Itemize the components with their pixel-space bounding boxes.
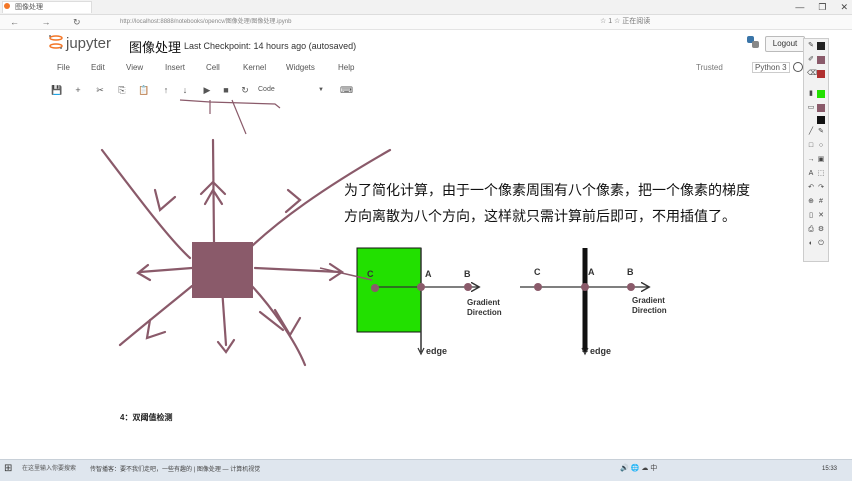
taskbar-search[interactable]: 在这里输入你要搜索 (22, 463, 82, 475)
label-c-right: C (534, 267, 541, 277)
point-a-left (417, 283, 425, 291)
point-c-right (534, 283, 542, 291)
gradient-direction-left: Gradient Direction (467, 298, 502, 317)
label-c-left: C (367, 269, 374, 279)
center-pixel (192, 242, 253, 298)
system-tray[interactable]: 🔊 🌐 ☁ 中 (620, 461, 657, 477)
point-b-right (627, 283, 635, 291)
toolbar-annotation (179, 99, 281, 135)
section-heading: 4：双阈值检测 (120, 413, 173, 422)
point-b-left (464, 283, 472, 291)
label-b-left: B (464, 269, 471, 279)
point-c-left (371, 284, 379, 292)
point-a-right (581, 283, 589, 291)
windows-start-icon[interactable]: ⊞ (4, 462, 18, 476)
green-pixel-block (356, 247, 422, 333)
label-a-right: A (588, 267, 595, 277)
taskbar-clock[interactable]: 15:33 (822, 462, 837, 476)
explanation-line-1: 为了简化计算，由于一个像素周围有八个像素，把一个像素的梯度 (344, 182, 750, 198)
label-a-left: A (425, 269, 432, 279)
gradient-direction-diagram (100, 99, 852, 367)
edge-label-left: edge (426, 346, 448, 356)
edge-label-right: edge (590, 346, 612, 356)
gradient-direction-right: Gradient Direction (632, 296, 667, 315)
label-b-right: B (627, 267, 634, 277)
explanation-line-2: 方向离散为八个方向，这样就只需计算前后即可，不用插值了。 (344, 208, 736, 224)
taskbar-task[interactable]: 传智播客：要不我们走吧，一些有趣的 | 图像处理 — 计算机视觉 (90, 464, 260, 473)
